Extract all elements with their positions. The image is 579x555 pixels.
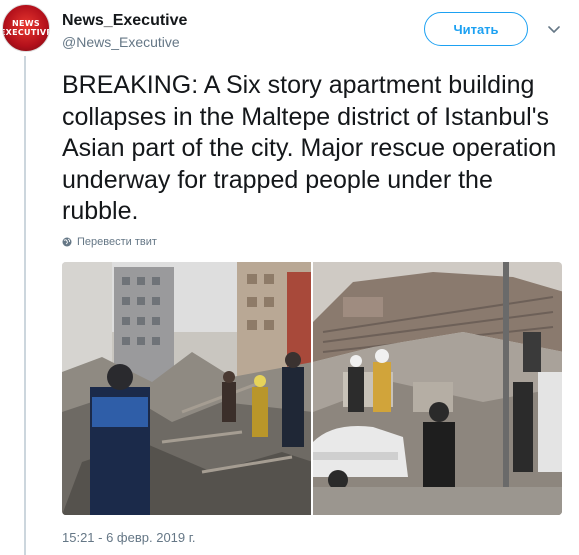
photo-collapsed-building[interactable] [313,262,562,515]
translate-label: Перевести твит [77,236,157,248]
follow-button[interactable]: Читать [424,12,528,46]
globe-icon [62,237,72,247]
user-handle[interactable]: @News_Executive [62,34,180,50]
display-name[interactable]: News_Executive [62,12,187,30]
tweet-timestamp[interactable]: 15:21 - 6 февр. 2019 г. [62,530,196,545]
translate-tweet-link[interactable]: Перевести твит [62,236,157,248]
avatar-text-executive: EXECUTIVE [2,28,50,37]
tweet-text: BREAKING: A Six story apartment building… [62,71,557,225]
avatar-text-news: NEWS [12,19,40,28]
avatar[interactable]: NEWS EXECUTIVE [2,4,50,52]
photo-rescue-workers[interactable] [62,262,311,515]
chevron-down-icon[interactable] [546,22,562,38]
media-grid[interactable] [62,262,562,515]
thread-line [24,56,26,555]
